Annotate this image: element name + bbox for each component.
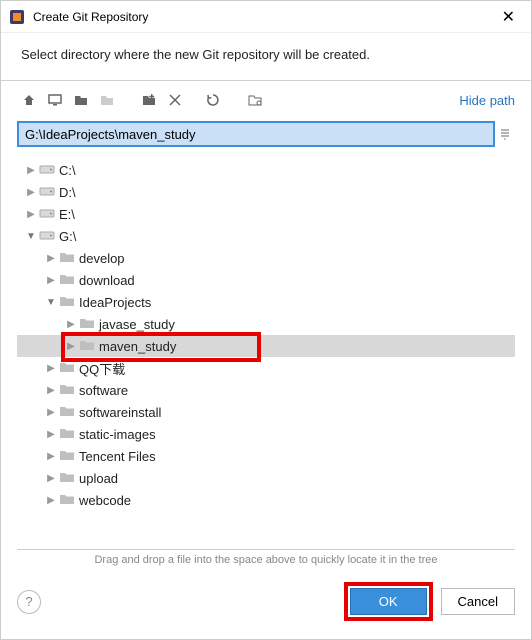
expand-arrow-icon[interactable] <box>43 407 59 418</box>
folder-icon <box>59 361 79 375</box>
expand-arrow-icon[interactable] <box>23 209 39 220</box>
hide-path-link[interactable]: Hide path <box>459 93 515 108</box>
expand-arrow-icon[interactable] <box>23 187 39 198</box>
tree-item-label: D:\ <box>59 185 76 200</box>
expand-arrow-icon[interactable] <box>43 385 59 396</box>
drive-icon <box>39 163 59 177</box>
expand-arrow-icon[interactable] <box>43 363 59 374</box>
desktop-icon[interactable] <box>43 89 67 111</box>
new-folder-icon[interactable] <box>137 89 161 111</box>
drive-icon <box>39 229 59 243</box>
history-icon[interactable] <box>495 121 515 147</box>
folder-icon <box>59 427 79 441</box>
close-icon[interactable]: ✕ <box>494 3 523 31</box>
tree-item[interactable]: maven_study <box>17 335 515 357</box>
tree-item[interactable]: download <box>17 269 515 291</box>
path-input[interactable] <box>17 121 495 147</box>
expand-arrow-icon[interactable] <box>43 253 59 264</box>
folder-icon <box>59 295 79 309</box>
ok-button[interactable]: OK <box>350 588 427 615</box>
tree-item[interactable]: QQ下载 <box>17 357 515 379</box>
tree-item[interactable]: software <box>17 379 515 401</box>
folder-icon <box>59 449 79 463</box>
tree-item[interactable]: D:\ <box>17 181 515 203</box>
cancel-button[interactable]: Cancel <box>441 588 515 615</box>
folder-icon <box>59 273 79 287</box>
tree-item[interactable]: G:\ <box>17 225 515 247</box>
expand-arrow-icon[interactable] <box>43 429 59 440</box>
project-icon[interactable] <box>69 89 93 111</box>
tree-item-label: G:\ <box>59 229 76 244</box>
expand-arrow-icon[interactable] <box>63 341 79 352</box>
expand-arrow-icon[interactable] <box>23 231 39 242</box>
dialog-title: Create Git Repository <box>33 10 494 24</box>
folder-icon <box>79 317 99 331</box>
folder-icon <box>59 251 79 265</box>
tree-item[interactable]: C:\ <box>17 159 515 181</box>
tree-item-label: Tencent Files <box>79 449 156 464</box>
tree-item-label: static-images <box>79 427 156 442</box>
tree-item[interactable]: upload <box>17 467 515 489</box>
tree-item-label: webcode <box>79 493 131 508</box>
tree-item-label: develop <box>79 251 125 266</box>
tree-item-label: software <box>79 383 128 398</box>
tree-item[interactable]: E:\ <box>17 203 515 225</box>
tree-item-label: C:\ <box>59 163 76 178</box>
tree-item[interactable]: static-images <box>17 423 515 445</box>
delete-icon[interactable] <box>163 89 187 111</box>
expand-arrow-icon[interactable] <box>63 319 79 330</box>
drive-icon <box>39 207 59 221</box>
tree-item-label: IdeaProjects <box>79 295 151 310</box>
tree-item-label: E:\ <box>59 207 75 222</box>
tree-item-label: QQ下载 <box>79 359 125 378</box>
tree-item-label: download <box>79 273 135 288</box>
expand-arrow-icon[interactable] <box>43 495 59 506</box>
tree-item-label: maven_study <box>99 339 176 354</box>
tree-item-label: javase_study <box>99 317 175 332</box>
expand-arrow-icon[interactable] <box>43 451 59 462</box>
tree-item[interactable]: javase_study <box>17 313 515 335</box>
tree-item[interactable]: develop <box>17 247 515 269</box>
folder-icon <box>59 471 79 485</box>
drag-drop-hint: Drag and drop a file into the space abov… <box>1 550 531 572</box>
tree-item[interactable]: webcode <box>17 489 515 511</box>
expand-arrow-icon[interactable] <box>43 275 59 286</box>
tree-item[interactable]: IdeaProjects <box>17 291 515 313</box>
show-hidden-icon[interactable] <box>243 89 267 111</box>
folder-icon <box>59 383 79 397</box>
expand-arrow-icon[interactable] <box>43 473 59 484</box>
folder-icon <box>59 405 79 419</box>
folder-icon <box>59 493 79 507</box>
home-icon[interactable] <box>17 89 41 111</box>
folder-icon <box>79 339 99 353</box>
module-icon <box>95 89 119 111</box>
directory-tree[interactable]: C:\ D:\ E:\ G:\develop download IdeaProjects j… <box>17 155 515 511</box>
help-icon[interactable]: ? <box>17 590 41 614</box>
tree-item-label: softwareinstall <box>79 405 161 420</box>
tree-item-label: upload <box>79 471 118 486</box>
refresh-icon[interactable] <box>201 89 225 111</box>
app-icon <box>9 9 25 25</box>
dialog-instructions: Select directory where the new Git repos… <box>1 33 531 81</box>
drive-icon <box>39 185 59 199</box>
tree-item[interactable]: softwareinstall <box>17 401 515 423</box>
expand-arrow-icon[interactable] <box>43 297 59 308</box>
tree-item[interactable]: Tencent Files <box>17 445 515 467</box>
expand-arrow-icon[interactable] <box>23 165 39 176</box>
